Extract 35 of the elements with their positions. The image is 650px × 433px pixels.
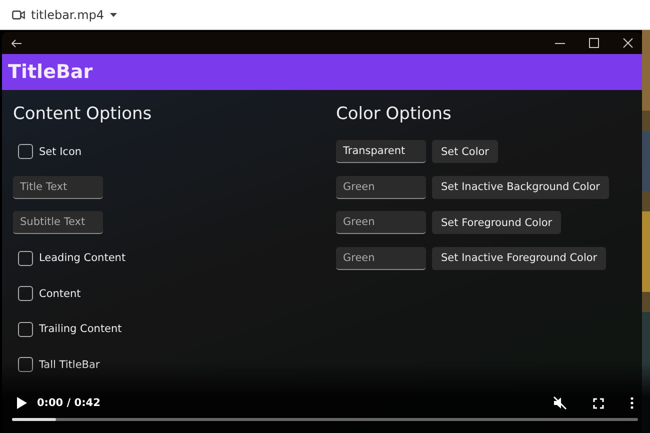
more-options-icon[interactable]: [630, 397, 634, 409]
set-color-button[interactable]: Set Foreground Color: [432, 211, 562, 234]
checkbox[interactable]: [18, 357, 33, 372]
play-icon[interactable]: [17, 397, 27, 409]
set-color-button[interactable]: Set Inactive Foreground Color: [432, 246, 606, 270]
checkbox-label: Tall TitleBar: [39, 358, 100, 371]
color-field[interactable]: Green: [336, 246, 426, 270]
close-icon[interactable]: [623, 38, 633, 48]
set-color-button[interactable]: Set Color: [432, 140, 498, 164]
checkbox-label: Set Icon: [39, 146, 82, 158]
section-heading: Content Options: [13, 104, 153, 126]
color-field[interactable]: Green: [336, 211, 426, 234]
video-camera-icon: [12, 10, 25, 20]
set-color-button[interactable]: Set Inactive Background Color: [432, 176, 609, 199]
color-field[interactable]: Transparent: [336, 140, 426, 164]
checkbox[interactable]: [18, 144, 33, 160]
back-arrow-icon[interactable]: [11, 38, 22, 48]
progress-bar[interactable]: [12, 418, 638, 421]
dropdown-caret-icon[interactable]: [110, 12, 118, 16]
checkbox-label: Leading Content: [39, 252, 126, 264]
text-field[interactable]: Subtitle Text: [13, 211, 103, 234]
time-display: 0:00 / 0:42: [37, 397, 100, 409]
fullscreen-icon[interactable]: [593, 398, 604, 408]
checkbox-label: Content: [39, 288, 81, 300]
maximize-icon[interactable]: [589, 38, 599, 48]
file-name[interactable]: titlebar.mp4: [31, 8, 104, 22]
checkbox[interactable]: [18, 250, 33, 266]
checkbox[interactable]: [18, 286, 33, 302]
color-field[interactable]: Green: [336, 176, 426, 199]
muted-speaker-icon[interactable]: [553, 396, 567, 410]
text-field[interactable]: Title Text: [13, 176, 103, 199]
checkbox[interactable]: [18, 322, 33, 337]
checkbox-label: Trailing Content: [39, 323, 122, 336]
app-title: TitleBar: [8, 61, 93, 83]
section-heading: Color Options: [336, 104, 452, 126]
